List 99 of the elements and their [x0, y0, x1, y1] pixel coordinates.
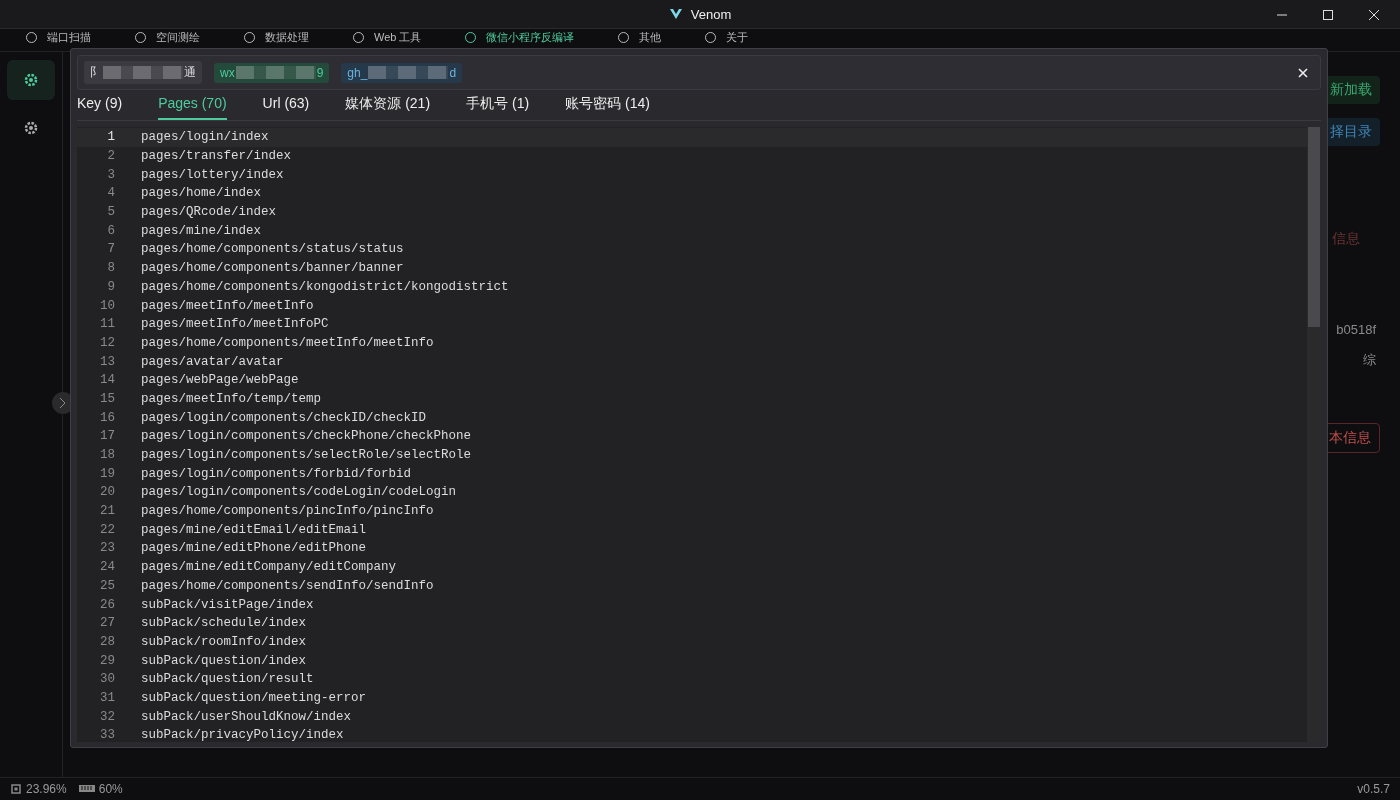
sidebar-item[interactable] — [7, 60, 55, 100]
background-text: 信息 — [1332, 230, 1360, 248]
line-number: 18 — [99, 448, 115, 463]
line-number: 10 — [99, 298, 115, 313]
code-line: pages/mine/editPhone/editPhone — [141, 541, 367, 556]
line-number: 21 — [99, 504, 115, 519]
tab[interactable]: Pages (70) — [158, 90, 227, 120]
nav-tab[interactable]: 端口扫描 — [26, 30, 91, 44]
line-number: 3 — [106, 167, 115, 182]
line-number: 26 — [99, 597, 115, 612]
code-line: subPack/roomInfo/index — [141, 634, 307, 649]
line-number: 28 — [99, 634, 115, 649]
line-number: 30 — [99, 672, 115, 687]
code-line: subPack/userShouldKnow/index — [141, 709, 352, 724]
code-line: pages/transfer/index — [141, 149, 292, 164]
code-line: pages/login/index — [141, 130, 269, 145]
line-number: 17 — [99, 429, 115, 444]
line-number: 25 — [99, 578, 115, 593]
line-number: 23 — [99, 541, 115, 556]
memory-usage: 60% — [98, 782, 123, 796]
code-line: pages/home/components/banner/banner — [141, 261, 404, 276]
code-line: subPack/question/result — [141, 672, 314, 687]
cpu-icon — [10, 783, 22, 795]
close-icon[interactable] — [1298, 67, 1308, 78]
code-line: pages/lottery/index — [141, 167, 284, 182]
code-line: pages/login/components/forbid/forbid — [141, 466, 412, 481]
code-line: subPack/question/meeting-error — [141, 690, 367, 705]
code-line: pages/mine/editEmail/editEmail — [141, 522, 367, 537]
line-number: 27 — [99, 616, 115, 631]
code-line: pages/mine/index — [141, 223, 262, 238]
line-number: 9 — [106, 279, 115, 294]
maximize-icon[interactable] — [1322, 9, 1334, 21]
code-line: pages/meetInfo/meetInfoPC — [141, 317, 329, 332]
tab[interactable]: Key (9) — [77, 90, 123, 120]
line-number: 8 — [106, 261, 115, 276]
line-number: 24 — [99, 560, 115, 575]
code-line: pages/meetInfo/meetInfo — [141, 298, 314, 313]
code-line: subPack/privacyPolicy/index — [141, 728, 344, 742]
code-line: subPack/schedule/index — [141, 616, 307, 631]
id-tag: 阝 通 — [84, 61, 202, 84]
background-text: 综 — [1363, 351, 1376, 369]
line-number: 1 — [106, 130, 115, 145]
line-number: 22 — [99, 522, 115, 537]
line-number: 12 — [99, 335, 115, 350]
line-number: 32 — [99, 709, 115, 724]
code-line: pages/login/components/codeLogin/codeLogin — [141, 485, 457, 500]
code-line: pages/home/components/sendInfo/sendInfo — [141, 578, 434, 593]
line-number: 14 — [99, 373, 115, 388]
code-line: pages/home/components/pincInfo/pincInfo — [141, 504, 434, 519]
tab[interactable]: 账号密码 (14) — [565, 90, 650, 120]
close-icon[interactable] — [1368, 9, 1380, 21]
code-line: subPack/visitPage/index — [141, 597, 314, 612]
cpu-usage: 23.96% — [26, 782, 67, 796]
nav-tab[interactable]: 其他 — [618, 30, 662, 44]
line-number: 11 — [99, 317, 115, 332]
memory-icon — [78, 784, 95, 794]
line-number: 29 — [99, 653, 115, 668]
code-line: subPack/question/index — [141, 653, 307, 668]
line-number: 6 — [106, 223, 115, 238]
code-line: pages/home/components/status/status — [141, 242, 404, 257]
code-line: pages/avatar/avatar — [141, 354, 284, 369]
code-line: pages/home/index — [141, 186, 262, 201]
line-number: 16 — [99, 410, 115, 425]
line-number: 33 — [99, 728, 115, 742]
code-line: pages/webPage/webPage — [141, 373, 299, 388]
nav-tab[interactable]: 数据处理 — [244, 30, 309, 44]
tab[interactable]: 媒体资源 (21) — [345, 90, 431, 120]
tab[interactable]: Url (63) — [262, 90, 310, 120]
code-line: pages/mine/editCompany/editCompany — [141, 560, 397, 575]
line-number: 15 — [99, 391, 115, 406]
code-line: pages/home/components/kongodistrict/kongodistrict — [141, 279, 509, 294]
nav-tab[interactable]: 关于 — [705, 30, 749, 44]
chevron-right-icon — [59, 397, 67, 409]
line-number: 20 — [99, 485, 115, 500]
nav-tab[interactable]: 微信小程序反编译 — [465, 30, 575, 44]
logo-icon — [668, 8, 683, 20]
gear-icon — [23, 72, 39, 88]
nav-tab[interactable]: 空间测绘 — [135, 30, 200, 44]
line-number: 31 — [99, 690, 115, 705]
line-number: 4 — [106, 186, 115, 201]
code-line: pages/login/components/checkID/checkID — [141, 410, 427, 425]
gear-icon — [23, 120, 39, 136]
code-line: pages/login/components/selectRole/selectRole — [141, 448, 472, 463]
tab[interactable]: 手机号 (1) — [466, 90, 530, 120]
code-line: pages/meetInfo/temp/temp — [141, 391, 322, 406]
code-line: pages/login/components/checkPhone/checkPhone — [141, 429, 472, 444]
line-number: 7 — [106, 242, 115, 257]
version-label: v0.5.7 — [1357, 782, 1390, 796]
nav-tab[interactable]: Web 工具 — [353, 30, 422, 44]
id-tag: gh_ d — [341, 62, 463, 83]
code-line: pages/QRcode/index — [141, 205, 277, 220]
background-text: b0518f — [1336, 322, 1376, 337]
code-line: pages/home/components/meetInfo/meetInfo — [141, 335, 434, 350]
line-number: 5 — [106, 205, 115, 220]
line-number: 19 — [99, 466, 115, 481]
window-title: Venom — [690, 6, 732, 22]
id-tag: wx 9 — [214, 62, 330, 83]
line-number: 13 — [99, 354, 115, 369]
line-number: 2 — [106, 149, 115, 164]
